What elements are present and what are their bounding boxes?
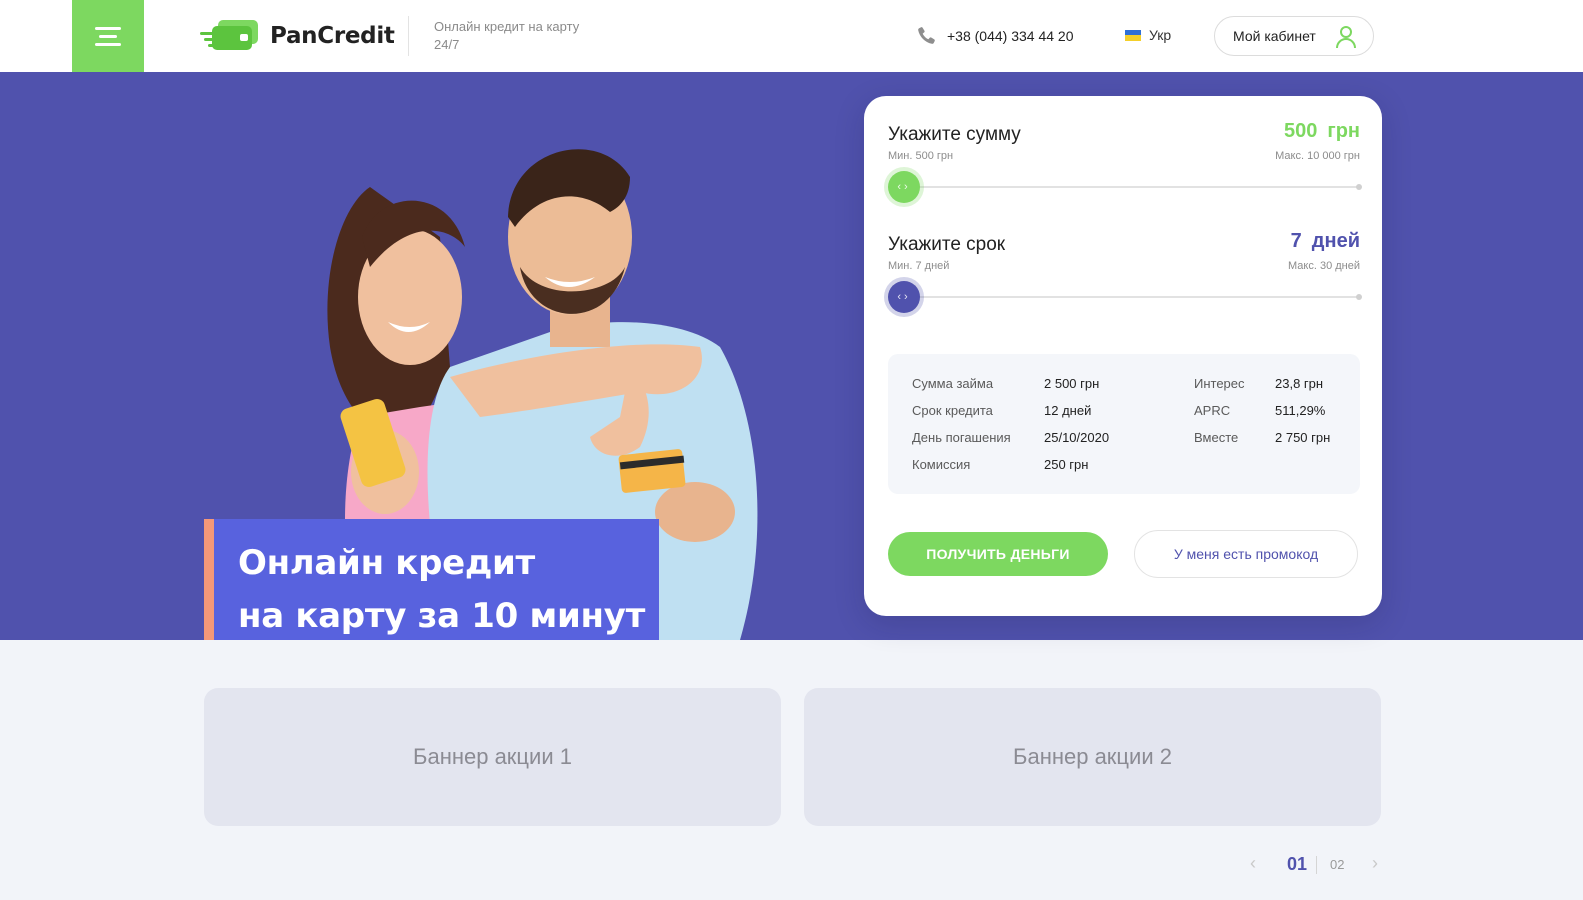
amount-number: 500 — [1283, 120, 1318, 142]
header-tagline: Онлайн кредит на карту 24/7 — [434, 19, 580, 52]
pager-divider — [1316, 856, 1317, 874]
summary-value: 23,8 грн — [1275, 376, 1324, 391]
hero-title-line-1: Онлайн кредит — [238, 543, 535, 583]
amount-label: Укажите сумму — [888, 124, 1021, 145]
loan-summary: Сумма займа 2 500 грн Срок кредита 12 дн… — [888, 354, 1360, 494]
amount-slider-thumb[interactable]: ‹› — [888, 171, 920, 203]
phone-number: +38 (044) 334 44 20 — [947, 28, 1074, 44]
amount-min-label: Мин. 500 грн — [888, 150, 954, 162]
banner-pager: ‹ 01 02 › — [1250, 852, 1390, 876]
pager-next-page[interactable]: 02 — [1330, 857, 1344, 872]
term-unit: дней — [1311, 230, 1360, 252]
flag-ua-icon — [1125, 29, 1141, 41]
summary-key: День погашения — [912, 430, 1011, 445]
summary-value: 2 500 грн — [1044, 376, 1100, 391]
logo-icon — [200, 20, 258, 50]
term-number: 7 — [1290, 230, 1302, 252]
summary-value: 12 дней — [1044, 403, 1092, 418]
pager-current-page[interactable]: 01 — [1287, 854, 1307, 875]
language-switcher[interactable]: Укр — [1125, 27, 1171, 43]
term-max-label: Макс. 30 дней — [1288, 260, 1360, 272]
summary-value: 25/10/2020 — [1044, 430, 1110, 445]
menu-icon — [95, 22, 121, 51]
chevron-right-icon[interactable]: › — [1372, 853, 1378, 874]
term-slider-thumb[interactable]: ‹› — [888, 281, 920, 313]
header-divider — [408, 16, 409, 56]
term-min-label: Мин. 7 дней — [888, 260, 950, 272]
slider-arrows-icon: ‹› — [897, 291, 911, 303]
summary-value: 2 750 грн — [1275, 430, 1331, 445]
logo[interactable]: PanCredit — [200, 18, 395, 54]
loan-calculator: Укажите сумму Мин. 500 грн 500 грн Макс. … — [864, 96, 1382, 616]
language-label: Укр — [1149, 27, 1172, 43]
my-cabinet-button[interactable]: Мой кабинет — [1214, 16, 1374, 56]
hero-title: Онлайн кредит на карту за 10 минут — [204, 519, 659, 640]
term-label: Укажите срок — [888, 234, 1006, 255]
term-value: 7 дней — [1291, 230, 1360, 253]
amount-slider-track[interactable] — [888, 184, 1362, 190]
amount-max-label: Макс. 10 000 грн — [1275, 150, 1360, 162]
summary-key: Срок кредита — [912, 403, 993, 418]
summary-value: 250 грн — [1044, 457, 1089, 472]
phone-icon — [918, 27, 935, 44]
promo-code-button[interactable]: У меня есть промокод — [1134, 530, 1358, 578]
chevron-left-icon[interactable]: ‹ — [1250, 853, 1256, 874]
brand-name: PanCredit — [270, 23, 395, 49]
amount-unit: грн — [1327, 120, 1360, 142]
get-money-button[interactable]: ПОЛУЧИТЬ ДЕНЬГИ — [888, 532, 1108, 576]
amount-value: 500 грн — [1284, 120, 1360, 143]
promo-banner-2[interactable]: Баннер акции 2 — [804, 688, 1381, 826]
hero-title-line-2: на карту за 10 минут — [238, 596, 645, 636]
slider-arrows-icon: ‹› — [897, 181, 911, 193]
summary-key: Сумма займа — [912, 376, 994, 391]
term-slider-track[interactable] — [888, 294, 1362, 300]
site-header: PanCredit Онлайн кредит на карту 24/7 +3… — [0, 0, 1583, 72]
my-cabinet-label: Мой кабинет — [1233, 28, 1316, 44]
summary-value: 511,29% — [1275, 403, 1326, 418]
summary-key: Комиссия — [912, 457, 971, 472]
summary-key: Интерес — [1194, 376, 1245, 391]
summary-key: APRC — [1194, 403, 1231, 418]
phone-link[interactable]: +38 (044) 334 44 20 — [915, 25, 1074, 47]
user-icon — [1336, 26, 1356, 49]
summary-key: Вместе — [1194, 430, 1239, 445]
promo-banner-1[interactable]: Баннер акции 1 — [204, 688, 781, 826]
menu-button[interactable] — [72, 0, 144, 72]
